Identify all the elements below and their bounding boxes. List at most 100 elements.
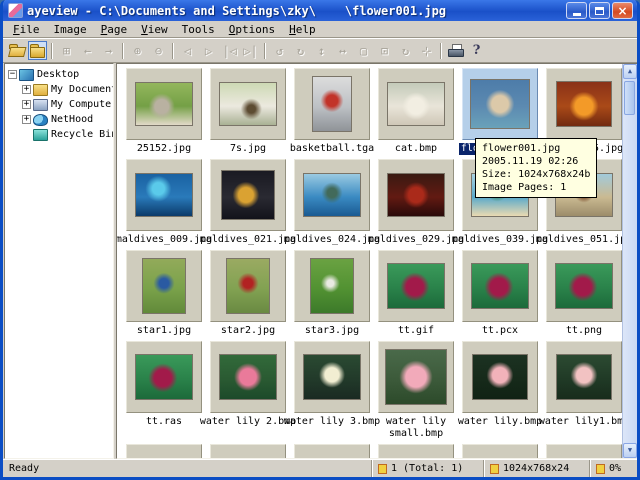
thumbnail-photo <box>221 170 275 220</box>
rotate-left-icon: ↺ <box>276 45 283 57</box>
computer-icon <box>33 99 48 111</box>
thumbnail-item-partial[interactable] <box>122 444 206 459</box>
thumbnail-item[interactable]: water lily1.bmp <box>542 341 626 440</box>
thumbnail-photo <box>135 354 193 400</box>
menu-options[interactable]: Options <box>222 22 282 37</box>
thumbnail-item[interactable]: maldives_024.jpg <box>290 159 374 246</box>
restore-icon <box>595 7 604 15</box>
thumbnail-frame <box>210 159 286 231</box>
tree-item-my-computer[interactable]: +My Computer <box>5 97 113 112</box>
thumbnail-frame <box>210 68 286 140</box>
thumbnail-item[interactable]: star1.jpg <box>122 250 206 337</box>
thumbnail-item[interactable]: 25152.jpg <box>122 68 206 155</box>
status-panel-text: 1024x768x24 <box>503 463 569 474</box>
tree-item-my-document[interactable]: +My Document <box>5 82 113 97</box>
browse-folders-button[interactable] <box>28 41 47 60</box>
thumbnail-item[interactable]: star2.jpg <box>206 250 290 337</box>
thumbnail-item-partial[interactable] <box>542 444 626 459</box>
thumbnail-photo <box>303 173 361 217</box>
status-text: Ready <box>3 463 371 474</box>
expand-box[interactable]: + <box>22 85 31 94</box>
page-add-icon: ⊡ <box>381 45 388 57</box>
thumbnail-item-partial[interactable] <box>290 444 374 459</box>
scrollbar-track[interactable] <box>623 79 637 443</box>
thumbnail-frame <box>378 159 454 231</box>
thumbnail-frame <box>462 250 538 322</box>
arrows-vertical-icon: ↕ <box>318 45 325 57</box>
thumbnail-frame <box>378 444 454 459</box>
collapse-box[interactable]: − <box>8 70 17 79</box>
vertical-scrollbar[interactable]: ▲ ▼ <box>622 64 637 458</box>
batch-convert-button: ⊞ <box>57 41 76 60</box>
toolbar: ⊞←→⊕⊖◁▷|◁▷|↺↻↕↔▢⊡↻⊹? <box>3 38 637 63</box>
thumbnail-item[interactable]: maldives_029.jpg <box>374 159 458 246</box>
thumbnail-item[interactable]: maldives_021.jpg <box>206 159 290 246</box>
thumbnail-photo <box>387 263 445 309</box>
tree-item-label: NetHood <box>51 114 93 125</box>
thumbnail-frame <box>462 341 538 413</box>
thumbnail-item[interactable]: 7s.jpg <box>206 68 290 155</box>
pan-button: ⊹ <box>417 41 436 60</box>
thumbnail-item[interactable]: maldives_009.jpg <box>122 159 206 246</box>
thumbnail-photo <box>385 349 447 405</box>
thumbnail-label: water lily1.bmp <box>535 416 633 428</box>
thumbnail-item[interactable]: water lily 3.bmp <box>290 341 374 440</box>
thumbnail-frame-selected <box>462 68 538 140</box>
toolbar-separator <box>122 43 124 59</box>
thumbnail-item[interactable]: tt.png <box>542 250 626 337</box>
thumbnail-item-partial[interactable] <box>374 444 458 459</box>
thumbnail-photo <box>219 354 277 400</box>
thumbnail-item[interactable]: basketball.tga <box>290 68 374 155</box>
window-title: ayeview - C:\Documents and Settings\zky\… <box>27 4 566 18</box>
thumbnail-item[interactable]: star3.jpg <box>290 250 374 337</box>
thumbnail-photo <box>387 82 445 126</box>
status-bar: Ready 1 (Total: 1)1024x768x240% <box>3 459 637 477</box>
menu-image[interactable]: Image <box>47 22 94 37</box>
thumbnail-item[interactable]: cat.bmp <box>374 68 458 155</box>
expand-box[interactable]: + <box>22 115 31 124</box>
thumbnail-frame <box>126 250 202 322</box>
thumbnail-frame <box>546 444 622 459</box>
menu-page[interactable]: Page <box>94 22 135 37</box>
network-icon <box>33 114 48 126</box>
thumbnail-item[interactable]: water lily 2.bmp <box>206 341 290 440</box>
scroll-up-button[interactable]: ▲ <box>623 64 637 79</box>
help-button[interactable]: ? <box>467 41 486 60</box>
thumbnail-item[interactable]: tt.gif <box>374 250 458 337</box>
thumbnail-item-partial[interactable] <box>206 444 290 459</box>
menu-file[interactable]: File <box>6 22 47 37</box>
open-button[interactable] <box>7 41 26 60</box>
app-icon <box>8 3 23 18</box>
page-add-button: ⊡ <box>375 41 394 60</box>
menu-help[interactable]: Help <box>282 22 323 37</box>
restore-button[interactable] <box>589 2 610 19</box>
tooltip-line: flower001.jpg <box>482 142 590 155</box>
close-button[interactable]: × <box>612 2 633 19</box>
thumbnail-frame <box>126 68 202 140</box>
toolbar-separator <box>172 43 174 59</box>
thumbnail-item[interactable]: water lily small.bmp <box>374 341 458 440</box>
scrollbar-thumb[interactable] <box>624 81 635 115</box>
thumbnail-item-partial[interactable] <box>458 444 542 459</box>
tree-item-desktop[interactable]: − Desktop <box>5 67 113 82</box>
thumbnail-item[interactable]: tt.pcx <box>458 250 542 337</box>
tree-item-nethood[interactable]: + NetHood <box>5 112 113 127</box>
menu-view[interactable]: View <box>134 22 175 37</box>
tree-item-recycle-bin[interactable]: Recycle Bin <box>5 127 113 142</box>
tree-item-label: Desktop <box>37 69 79 80</box>
menu-tools[interactable]: Tools <box>175 22 222 37</box>
desktop-icon <box>19 69 34 81</box>
minimize-button[interactable] <box>566 2 587 19</box>
thumbnail-item[interactable]: tt.ras <box>122 341 206 440</box>
scroll-down-button[interactable]: ▼ <box>623 443 637 458</box>
expand-box[interactable]: + <box>22 100 31 109</box>
toolbar-separator <box>264 43 266 59</box>
title-bar[interactable]: ayeview - C:\Documents and Settings\zky\… <box>3 0 637 21</box>
thumbnail-item[interactable]: water lily.bmp <box>458 341 542 440</box>
print-button[interactable] <box>446 41 465 60</box>
thumbnail-panel: 25152.jpg7s.jpgbasketball.tgacat.bmp flow… <box>116 63 637 459</box>
zoom-out-button: ⊖ <box>149 41 168 60</box>
open-folder-icon <box>8 44 25 57</box>
thumbnail-photo <box>472 354 528 400</box>
status-panel-text: 1 (Total: 1) <box>391 463 463 474</box>
